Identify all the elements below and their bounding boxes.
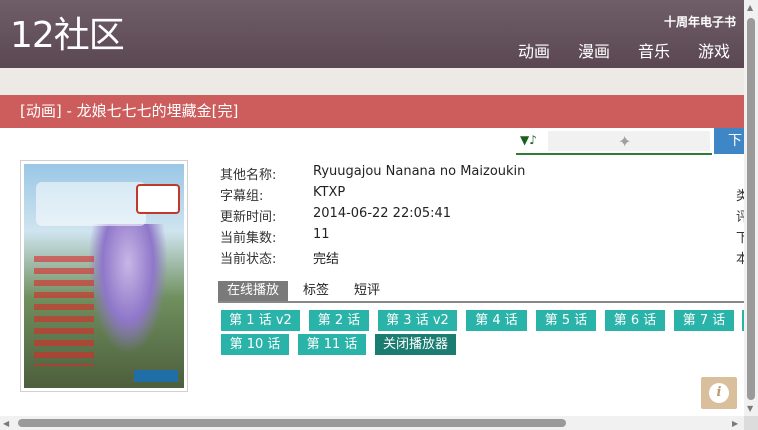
cover-character — [88, 224, 168, 354]
scroll-left-icon[interactable]: ◀ — [3, 419, 9, 428]
episode-button[interactable]: 第 6 话 — [605, 310, 665, 331]
plugin-placeholder[interactable]: ✦ — [548, 131, 710, 151]
cover-art — [24, 164, 184, 388]
cover-image — [20, 160, 188, 392]
nav-music[interactable]: 音乐 — [638, 38, 670, 62]
tab-short-review[interactable]: 短评 — [345, 281, 389, 301]
site-logo[interactable]: 12社区 — [10, 16, 125, 56]
info-icon: i — [709, 383, 729, 403]
tab-tags[interactable]: 标签 — [294, 281, 338, 301]
nav-manga[interactable]: 漫画 — [578, 38, 610, 62]
main-nav: 动画 漫画 音乐 游戏 — [490, 38, 730, 62]
episode-button[interactable]: 第 2 话 — [309, 310, 369, 331]
info-float-button[interactable]: i — [701, 377, 737, 409]
info-label: 字幕组: — [220, 189, 264, 204]
nav-anime[interactable]: 动画 — [518, 38, 550, 62]
music-note-icon[interactable]: ▼♪ — [520, 133, 537, 147]
page-title: [动画] - 龙娘七七七的埋藏金[完] — [0, 95, 744, 128]
scroll-right-icon[interactable]: ▶ — [732, 419, 738, 428]
horizontal-scrollbar[interactable]: ◀ ▶ — [0, 416, 744, 430]
puzzle-icon: ✦ — [618, 132, 632, 151]
info-value: 11 — [313, 227, 330, 242]
info-value: 完结 — [313, 252, 340, 267]
episode-button[interactable]: 第 3 话 v2 — [378, 310, 457, 331]
site-header: 12社区 十周年电子书 动画 漫画 音乐 游戏 — [0, 0, 744, 68]
cover-title-logo — [36, 182, 146, 226]
horizontal-scroll-thumb[interactable] — [18, 419, 566, 427]
episode-button[interactable]: 第 11 话 — [298, 334, 366, 355]
vertical-scroll-thumb[interactable] — [747, 18, 755, 400]
info-label: 当前状态: — [220, 252, 277, 267]
info-value: Ryuugajou Nanana no Maizoukin — [313, 164, 526, 179]
cover-seal — [136, 184, 180, 214]
player-toolbar: ▼♪ ✦ — [516, 131, 712, 155]
episode-button[interactable]: 第 10 话 — [221, 334, 289, 355]
episode-button[interactable]: 第 4 话 — [466, 310, 527, 331]
episode-button[interactable]: 第 5 话 — [536, 310, 596, 331]
scroll-up-icon[interactable]: ▲ — [747, 3, 753, 12]
info-value: 2014-06-22 22:05:41 — [313, 206, 452, 221]
episode-button[interactable]: 第 1 话 v2 — [221, 310, 300, 331]
info-label: 当前集数: — [220, 231, 277, 246]
anniversary-ebook-link[interactable]: 十周年电子书 — [664, 13, 736, 30]
info-label: 其他名称: — [220, 168, 277, 183]
info-label: 更新时间: — [220, 210, 277, 225]
episode-button[interactable]: 第 7 话 — [674, 310, 734, 331]
cover-credits — [34, 256, 94, 366]
vertical-scrollbar[interactable]: ▲ ▼ — [744, 0, 758, 416]
info-value: KTXP — [313, 185, 346, 200]
scroll-down-icon[interactable]: ▼ — [747, 404, 753, 413]
cover-badge — [134, 370, 178, 382]
sub-bar — [0, 68, 744, 95]
tab-online-play[interactable]: 在线播放 — [218, 281, 289, 301]
content-tabs: 在线播放 标签 短评 — [218, 281, 744, 303]
scrollbar-corner — [744, 416, 758, 430]
close-player-button[interactable]: 关闭播放器 — [375, 334, 456, 355]
nav-games[interactable]: 游戏 — [698, 38, 730, 62]
